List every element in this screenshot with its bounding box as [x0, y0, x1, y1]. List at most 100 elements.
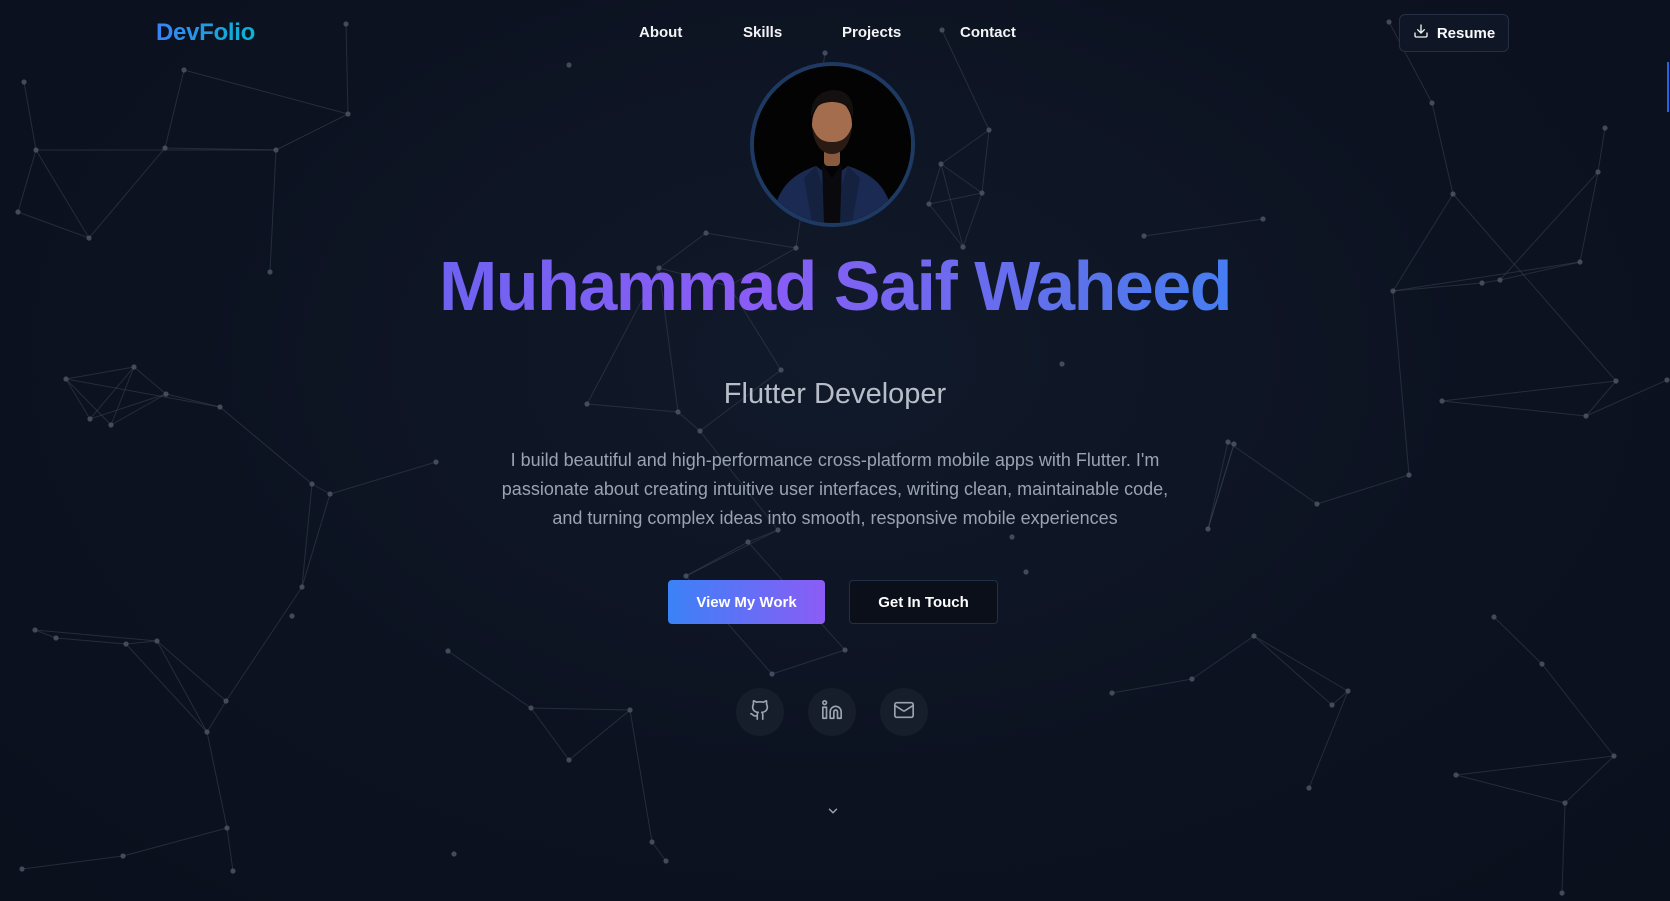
network-line: [1561, 802, 1566, 894]
network-node: [86, 235, 92, 241]
network-line: [447, 650, 532, 709]
linkedin-link[interactable]: [808, 688, 856, 736]
view-my-work-button[interactable]: View My Work: [668, 580, 825, 624]
hero-description: I build beautiful and high-performance c…: [501, 450, 1169, 528]
network-line: [677, 411, 701, 432]
network-node: [1189, 676, 1195, 682]
network-line: [206, 700, 227, 733]
network-line: [21, 855, 124, 870]
network-node: [273, 147, 279, 153]
network-node: [528, 705, 534, 711]
network-line: [226, 827, 234, 872]
network-node: [842, 647, 848, 653]
network-node: [289, 613, 295, 619]
network-line: [962, 192, 983, 248]
network-node: [204, 729, 210, 735]
network-node: [1251, 633, 1257, 639]
network-line: [981, 129, 990, 194]
network-node: [1109, 690, 1115, 696]
network-node: [926, 201, 932, 207]
network-node: [566, 757, 572, 763]
network-node: [53, 635, 59, 641]
network-line: [940, 163, 964, 248]
network-node: [1453, 772, 1459, 778]
network-line: [125, 643, 208, 733]
network-line: [1227, 441, 1318, 505]
network-node: [223, 698, 229, 704]
profile-avatar: [750, 62, 915, 227]
chevron-down-icon[interactable]: [826, 804, 840, 818]
network-line: [685, 529, 779, 577]
network-node: [663, 858, 669, 864]
network-node: [21, 79, 27, 85]
network-line: [125, 640, 158, 645]
network-node: [1406, 472, 1412, 478]
network-node: [33, 147, 39, 153]
email-link[interactable]: [880, 688, 928, 736]
network-line: [17, 149, 37, 213]
network-node: [131, 364, 137, 370]
github-link[interactable]: [736, 688, 784, 736]
network-line: [1431, 102, 1454, 195]
network-line: [1455, 774, 1566, 804]
network-line: [206, 731, 228, 829]
network-node: [683, 573, 689, 579]
network-line: [17, 211, 90, 239]
nav-link-about[interactable]: About: [639, 24, 682, 41]
network-node: [703, 230, 709, 236]
network-node: [451, 851, 457, 857]
get-in-touch-button[interactable]: Get In Touch: [849, 580, 998, 624]
network-line: [1191, 635, 1255, 680]
network-node: [745, 539, 751, 545]
nav-link-contact[interactable]: Contact: [960, 24, 1016, 41]
network-node: [986, 127, 992, 133]
network-node: [938, 161, 944, 167]
network-node: [230, 868, 236, 874]
network-node: [15, 209, 21, 215]
network-line: [1207, 441, 1229, 530]
resume-button[interactable]: Resume: [1399, 14, 1509, 52]
network-node: [19, 866, 25, 872]
network-node: [1314, 501, 1320, 507]
network-line: [225, 586, 303, 702]
network-line: [771, 649, 846, 675]
network-node: [1306, 785, 1312, 791]
download-icon: [1413, 23, 1429, 43]
network-node: [1225, 439, 1231, 445]
linkedin-icon: [821, 699, 843, 726]
network-node: [181, 67, 187, 73]
network-node: [1009, 534, 1015, 540]
network-node: [1141, 233, 1147, 239]
network-node: [778, 367, 784, 373]
network-node: [1260, 216, 1266, 222]
network-line: [55, 637, 127, 645]
network-node: [108, 422, 114, 428]
network-node: [1329, 702, 1335, 708]
network-node: [1205, 526, 1211, 532]
network-node: [224, 825, 230, 831]
network-node: [1595, 169, 1601, 175]
network-line: [1143, 218, 1264, 237]
hero-role: Flutter Developer: [723, 378, 947, 410]
network-line: [156, 640, 227, 702]
network-line: [629, 709, 653, 843]
network-line: [530, 707, 631, 711]
network-line: [928, 203, 964, 248]
network-node: [1559, 890, 1565, 896]
network-node: [1602, 125, 1608, 131]
nav-link-skills[interactable]: Skills: [743, 24, 782, 41]
network-node: [32, 627, 38, 633]
network-node: [87, 416, 93, 422]
top-navigation: DevFolio About Skills Projects Contact R…: [0, 0, 1670, 66]
network-line: [34, 629, 158, 642]
github-icon: [749, 699, 771, 726]
network-node: [649, 839, 655, 845]
network-line: [1564, 755, 1615, 804]
network-node: [1231, 441, 1237, 447]
network-line: [940, 129, 990, 165]
network-node: [1345, 688, 1351, 694]
network-line: [183, 69, 349, 115]
nav-link-projects[interactable]: Projects: [842, 24, 901, 41]
network-line: [122, 827, 228, 857]
network-node: [1539, 661, 1545, 667]
